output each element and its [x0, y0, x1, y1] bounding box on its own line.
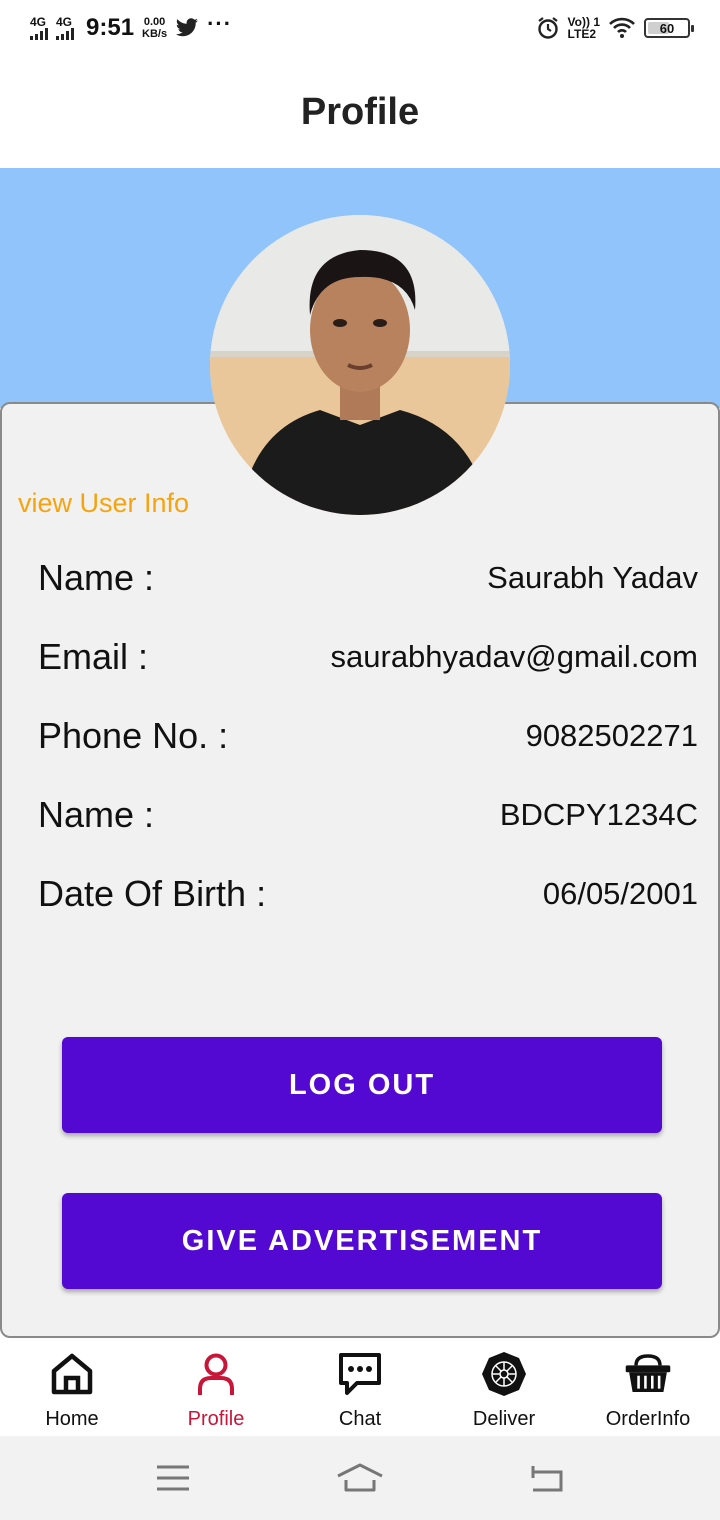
- status-bar: 4G 4G 9:51 0.00 KB/s ··· Vo)) 1 LTE2 60: [0, 0, 720, 56]
- nav-label: OrderInfo: [605, 1408, 691, 1430]
- nav-item-orderinfo[interactable]: OrderInfo: [576, 1340, 720, 1436]
- nav-item-home[interactable]: Home: [0, 1340, 144, 1436]
- info-value: Saurabh Yadav: [487, 560, 698, 595]
- lte-label: LTE2: [567, 27, 596, 41]
- nav-label: Home: [45, 1408, 99, 1430]
- info-label: Date Of Birth :: [38, 873, 267, 914]
- sim1-signal: 4G: [30, 16, 48, 40]
- info-label: Name :: [38, 557, 155, 598]
- info-row-id: Name : BDCPY1234C: [38, 790, 698, 840]
- twitter-icon: [176, 18, 199, 37]
- info-value: 9082502271: [525, 718, 698, 753]
- app-bar: Profile: [0, 56, 720, 168]
- info-label: Phone No. :: [38, 715, 229, 756]
- more-notifications: ···: [207, 11, 233, 36]
- speed-value: 0.00: [143, 16, 166, 28]
- sim2-label: 4G: [56, 15, 73, 29]
- status-right: Vo)) 1 LTE2 60: [536, 16, 694, 40]
- avatar-photo: [210, 215, 510, 515]
- info-label: Email :: [38, 636, 149, 677]
- network-speed: 0.00 KB/s: [142, 16, 167, 40]
- info-value: BDCPY1234C: [499, 797, 698, 832]
- signal-bars-icon: [30, 28, 48, 40]
- logout-button[interactable]: LOG OUT: [62, 1037, 662, 1133]
- nav-item-deliver[interactable]: Deliver: [432, 1340, 576, 1436]
- menu-icon[interactable]: [143, 1458, 203, 1498]
- nav-label: Chat: [338, 1408, 382, 1430]
- clock: 9:51: [86, 14, 135, 41]
- bottom-nav: Home Profile Chat Deliver OrderInfo: [0, 1340, 720, 1436]
- info-row-email: Email : saurabhyadav@gmail.com: [38, 632, 698, 682]
- info-row-dob: Date Of Birth : 06/05/2001: [38, 869, 698, 919]
- info-value: saurabhyadav@gmail.com: [330, 639, 698, 674]
- info-value: 06/05/2001: [542, 876, 698, 911]
- page-title: Profile: [300, 90, 420, 133]
- speed-unit: KB/s: [142, 28, 168, 40]
- system-nav-bar: [0, 1436, 720, 1520]
- sim2-signal: 4G: [56, 16, 74, 40]
- info-row-phone: Phone No. : 9082502271: [38, 711, 698, 761]
- home-icon: [48, 1350, 96, 1398]
- give-advertisement-button[interactable]: GIVE ADVERTISEMENT: [62, 1193, 662, 1289]
- back-icon[interactable]: [517, 1458, 577, 1498]
- home-button-icon[interactable]: [330, 1458, 390, 1498]
- nav-label: Profile: [187, 1408, 245, 1430]
- alarm-icon: [537, 17, 558, 39]
- nav-item-profile[interactable]: Profile: [144, 1340, 288, 1436]
- nav-label: Deliver: [472, 1408, 536, 1430]
- info-row-name: Name : Saurabh Yadav: [38, 553, 698, 603]
- basket-icon: [624, 1350, 672, 1398]
- wifi-icon: [609, 17, 635, 38]
- battery-icon: 60: [644, 18, 694, 38]
- status-left: 4G 4G 9:51 0.00 KB/s ···: [30, 11, 233, 42]
- signal-bars-icon: [56, 28, 74, 40]
- lte-indicator: Vo)) 1 LTE2: [568, 16, 600, 40]
- deliver-icon: [480, 1350, 528, 1398]
- info-label: Name :: [38, 794, 155, 835]
- chat-icon: [336, 1350, 384, 1398]
- nav-item-chat[interactable]: Chat: [288, 1340, 432, 1436]
- person-icon: [192, 1350, 240, 1398]
- sim1-label: 4G: [30, 15, 47, 29]
- battery-level: 60: [659, 20, 675, 36]
- avatar[interactable]: [210, 215, 510, 515]
- view-user-info-link[interactable]: view User Info: [18, 488, 189, 519]
